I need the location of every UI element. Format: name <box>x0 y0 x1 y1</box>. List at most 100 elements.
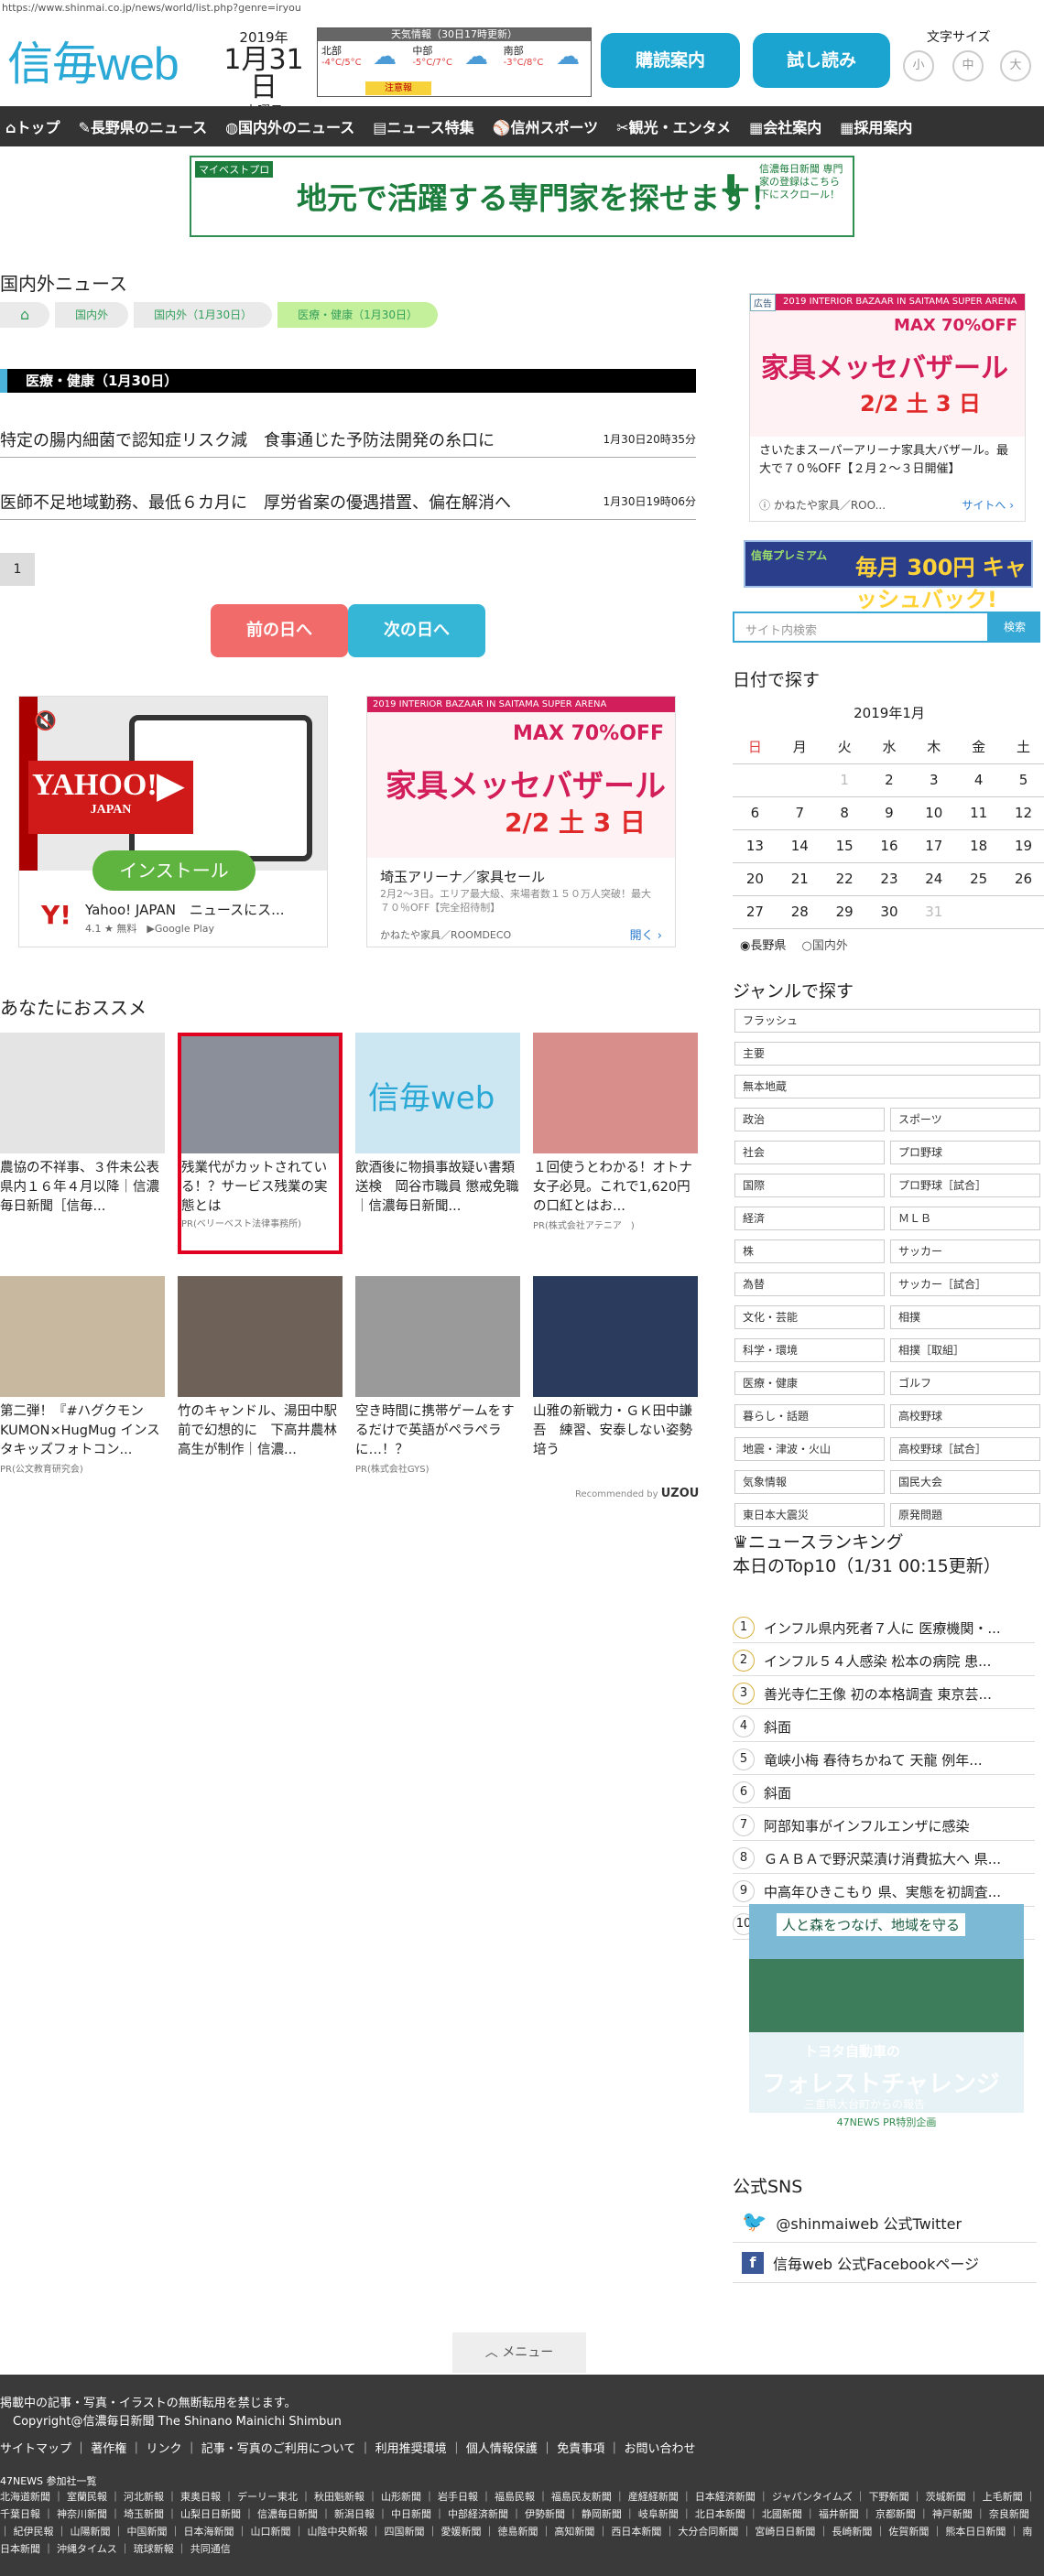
search-button[interactable]: 検索 <box>989 612 1040 643</box>
ranking-item[interactable]: 9 中高年ひきこもり 県、実態を初調査... <box>733 1877 1035 1907</box>
news-title[interactable]: 特定の腸内細菌で認知症リスク減 食事通じた予防法開発の糸口に <box>0 428 495 451</box>
radio-nagano[interactable]: ◉長野県 <box>740 939 786 953</box>
calendar-day[interactable]: 3 <box>911 763 957 797</box>
install-button[interactable]: インストール <box>92 850 256 891</box>
ranking-item[interactable]: 6 斜面 <box>733 1778 1035 1808</box>
rank-title[interactable]: 斜面 <box>764 1717 791 1737</box>
calendar-day[interactable]: 9 <box>866 796 912 830</box>
genre-item[interactable]: 相撲［取組］ <box>890 1338 1040 1362</box>
open-ad-link[interactable]: 開く › <box>630 925 662 943</box>
nav-nagano[interactable]: ✎長野県のニュース <box>78 115 207 137</box>
breadcrumb-item[interactable]: 国内外 <box>55 302 129 328</box>
calendar-day[interactable]: 23 <box>866 862 912 896</box>
genre-item[interactable]: 文化・芸能 <box>734 1305 885 1329</box>
genre-item[interactable]: 科学・環境 <box>734 1338 885 1362</box>
prev-day-button[interactable]: 前の日へ <box>211 604 348 657</box>
genre-item[interactable]: 為替 <box>734 1272 885 1296</box>
search-input[interactable]: サイト内検索 <box>733 612 989 643</box>
mybestpro-banner[interactable]: マイベストプロ 地元で活躍する専門家を探せます！ ⬇ 信濃毎日新聞 専門家の登録… <box>190 156 854 237</box>
calendar-day[interactable]: 8 <box>821 796 867 830</box>
genre-item[interactable]: 経済 <box>734 1207 885 1230</box>
genre-item[interactable]: プロ野球［試合］ <box>890 1174 1040 1197</box>
recommend-card[interactable]: 残業代がカットされている！？サービス残業の実態とは PR(ベリーベスト法律事務所) <box>178 1033 343 1254</box>
rank-title[interactable]: 中高年ひきこもり 県、実態を初調査... <box>764 1882 1001 1901</box>
genre-item[interactable]: 原発問題 <box>890 1503 1040 1527</box>
calendar-day[interactable]: 13 <box>733 829 778 863</box>
calendar-day[interactable]: 20 <box>733 862 778 896</box>
yahoo-app-ad[interactable]: 広告 YAHOO!JAPAN ▶ 🔇 インストール Y! Yahoo! JAPA… <box>18 696 328 947</box>
genre-item[interactable]: 東日本大震災 <box>734 1503 885 1527</box>
genre-item[interactable]: 相撲 <box>890 1305 1040 1329</box>
rank-title[interactable]: ＧＡＢＡで野沢菜漬け消費拡大へ 県... <box>764 1849 1001 1868</box>
recommend-card[interactable]: 第二弾！『#ハグクモンKUMON×HugMug インスタキッズフォトコン... P… <box>0 1276 165 1475</box>
sidebar-furniture-ad[interactable]: 広告 2019 INTERIOR BAZAAR IN SAITAMA SUPER… <box>749 293 1026 522</box>
calendar-day[interactable]: 26 <box>1001 862 1044 896</box>
font-small-button[interactable]: 小 <box>903 50 934 81</box>
calendar-day[interactable]: 11 <box>956 796 1002 830</box>
news-row[interactable]: 特定の腸内細菌で認知症リスク減 食事通じた予防法開発の糸口に 1月30日20時3… <box>0 421 696 458</box>
genre-item[interactable]: ＭＬＢ <box>890 1207 1040 1230</box>
genre-item[interactable]: 暮らし・話題 <box>734 1404 885 1428</box>
calendar-day[interactable]: 15 <box>821 829 867 863</box>
genre-item[interactable]: 医療・健康 <box>734 1371 885 1395</box>
genre-item[interactable]: ゴルフ <box>890 1371 1040 1395</box>
trial-button[interactable]: 試し読み <box>753 33 890 88</box>
genre-item[interactable]: 高校野球［試合］ <box>890 1437 1040 1461</box>
weather-warning-badge[interactable]: 注意報 <box>365 81 431 95</box>
next-day-button[interactable]: 次の日へ <box>348 604 485 657</box>
calendar-day[interactable]: 4 <box>956 763 1002 797</box>
font-large-button[interactable]: 大 <box>1000 50 1031 81</box>
genre-item[interactable]: 政治 <box>734 1108 885 1131</box>
genre-item[interactable]: 主要 <box>734 1042 1040 1066</box>
calendar-day[interactable]: 22 <box>821 862 867 896</box>
menu-toggle[interactable]: ︿ メニュー <box>452 2332 586 2373</box>
genre-item[interactable]: プロ野球 <box>890 1141 1040 1164</box>
calendar-day[interactable]: 14 <box>777 829 822 863</box>
site-link[interactable]: サイトへ › <box>962 497 1014 513</box>
calendar-day[interactable]: 1 <box>821 763 867 797</box>
calendar-day[interactable]: 5 <box>1001 763 1044 797</box>
page-number[interactable]: 1 <box>0 553 35 586</box>
calendar-day[interactable]: 18 <box>956 829 1002 863</box>
nav-company[interactable]: ▦会社案内 <box>749 115 821 137</box>
breadcrumb-item[interactable]: 国内外（1月30日） <box>134 302 273 328</box>
calendar-day[interactable]: 29 <box>821 895 867 929</box>
calendar-day[interactable]: 16 <box>866 829 912 863</box>
calendar-day[interactable]: 28 <box>777 895 822 929</box>
nav-recruit[interactable]: ▦採用案内 <box>840 115 912 137</box>
nav-world[interactable]: ◍国内外のニュース <box>225 115 354 137</box>
recommend-card[interactable]: １回使うとわかる！オトナ女子必見。これで1,620円の口紅とはお... PR(株式… <box>533 1033 698 1254</box>
recommend-card[interactable]: 山雅の新戦力・ＧＫ田中謙吾 練習、安泰しない姿勢培う <box>533 1276 698 1475</box>
recommend-card[interactable]: 農協の不祥事、３件未公表 県内１６年４月以降｜信濃毎日新聞［信毎... <box>0 1033 165 1254</box>
ranking-item[interactable]: 7 阿部知事がインフルエンザに感染 <box>733 1811 1035 1841</box>
recommend-card[interactable]: 空き時間に携帯ゲームをするだけで英語がペラペラに…！？ PR(株式会社GYS) <box>355 1276 520 1475</box>
genre-item[interactable]: サッカー［試合］ <box>890 1272 1040 1296</box>
ranking-item[interactable]: 1 インフル県内死者７人に 医療機関・... <box>733 1613 1035 1643</box>
rank-title[interactable]: 斜面 <box>764 1783 791 1802</box>
twitter-link[interactable]: 🐦 @shinmaiweb 公式Twitter <box>733 2203 1037 2243</box>
nav-sports[interactable]: ⚾信州スポーツ <box>493 115 599 137</box>
site-logo[interactable]: 信毎web <box>7 27 179 93</box>
weather-widget[interactable]: 天気情報（30日17時更新） 北部 -4°C/5°C 中部 -5°C/7°C 南部 -… <box>317 27 592 97</box>
rank-title[interactable]: インフル５４人感染 松本の病院 患... <box>764 1651 991 1671</box>
news-title[interactable]: 医師不足地域勤務、最低６カ月に 厚労省案の優遇措置、偏在解消へ <box>0 490 511 514</box>
furniture-ad[interactable]: 広告 2019 INTERIOR BAZAAR IN SAITAMA SUPER… <box>366 696 676 947</box>
nav-tourism[interactable]: ✂観光・エンタメ <box>616 115 731 137</box>
forest-challenge-ad[interactable]: 人と森をつなげ、地域を守る トヨタ自動車の フォレストチャレンジ 三重県大台町か… <box>749 1904 1024 2133</box>
genre-item[interactable]: スポーツ <box>890 1108 1040 1131</box>
nav-special[interactable]: ▤ニュース特集 <box>373 115 473 137</box>
calendar-day[interactable]: 30 <box>866 895 912 929</box>
genre-item[interactable]: 国際 <box>734 1174 885 1197</box>
radio-world[interactable]: ○国内外 <box>802 939 848 953</box>
genre-item[interactable]: 高校野球 <box>890 1404 1040 1428</box>
calendar-day[interactable]: 6 <box>733 796 778 830</box>
genre-item[interactable]: 国民大会 <box>890 1470 1040 1494</box>
genre-item[interactable]: 地震・津波・火山 <box>734 1437 885 1461</box>
genre-item[interactable]: 無本地蔵 <box>734 1075 1040 1099</box>
recommend-card[interactable]: 信毎web 飲酒後に物損事故疑い書類送検 岡谷市職員 懲戒免職｜信濃毎日新聞... <box>355 1033 520 1254</box>
genre-item[interactable]: 気象情報 <box>734 1470 885 1494</box>
home-icon[interactable]: ⌂ <box>0 302 50 328</box>
calendar-day[interactable]: 25 <box>956 862 1002 896</box>
facebook-link[interactable]: f 信毎web 公式Facebookページ <box>733 2243 1037 2283</box>
calendar-day[interactable]: 24 <box>911 862 957 896</box>
